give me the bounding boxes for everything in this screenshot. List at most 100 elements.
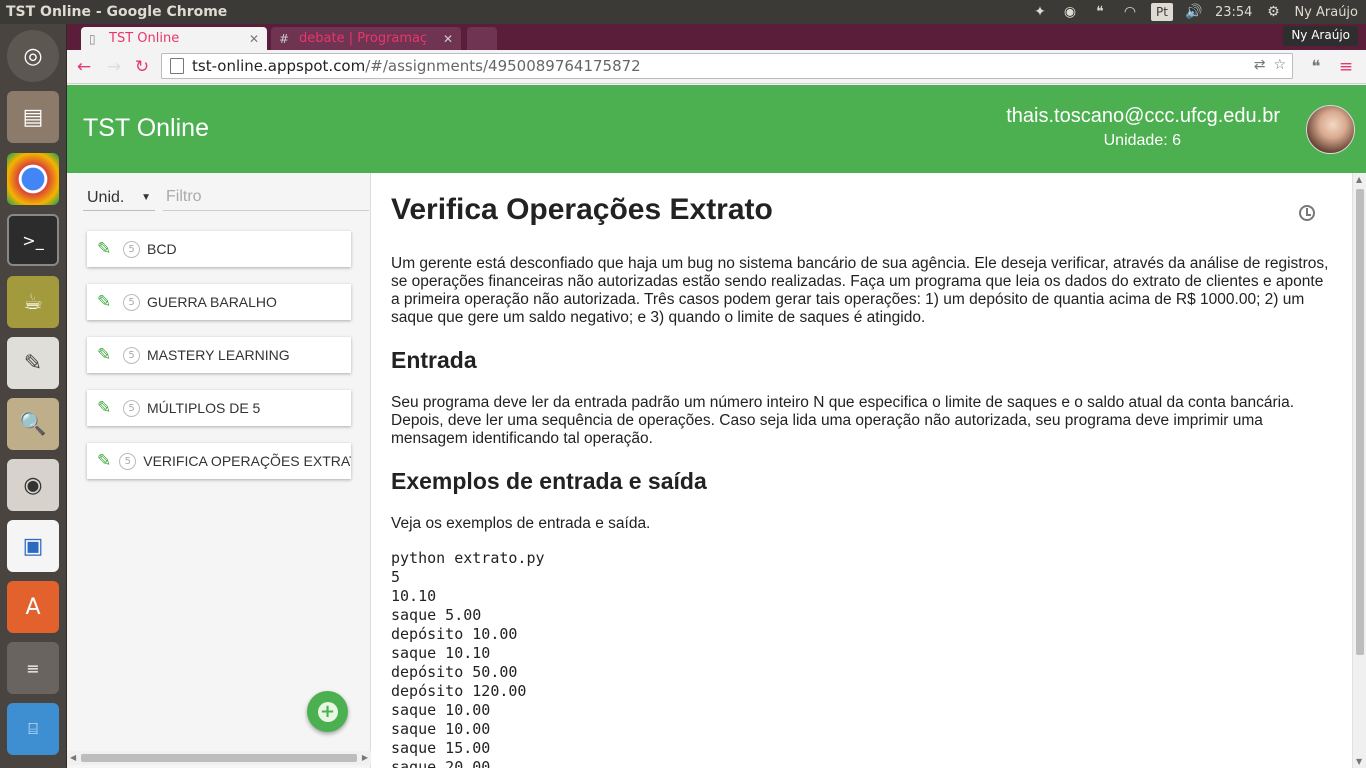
scrollbar-thumb[interactable] bbox=[81, 754, 357, 762]
pencil-icon[interactable]: ✎ bbox=[97, 239, 115, 259]
teapot-app-icon[interactable]: ☕ bbox=[7, 276, 59, 328]
example-code-block: python extrato.py 5 10.10 saque 5.00 dep… bbox=[391, 549, 545, 768]
user-unit: Unidade: 6 bbox=[1103, 132, 1181, 149]
pencil-icon[interactable]: ✎ bbox=[97, 292, 115, 312]
browser-toolbar: ← → ↻ tst-online.appspot.com/#/assignmen… bbox=[67, 50, 1366, 84]
close-icon[interactable]: ✕ bbox=[249, 32, 259, 46]
os-top-panel: TST Online - Google Chrome ✦ ◉ ❝ ◠ Pt 🔊 … bbox=[0, 0, 1366, 24]
avatar[interactable] bbox=[1306, 105, 1355, 154]
dropbox-icon[interactable]: ✦ bbox=[1031, 3, 1049, 21]
unit-badge: 5 bbox=[123, 240, 140, 258]
usb-drive-icon[interactable]: ⌸ bbox=[7, 703, 59, 755]
volume-icon[interactable]: 🔊 bbox=[1185, 3, 1203, 21]
assignment-name: MÚLTIPLOS DE 5 bbox=[147, 400, 261, 416]
assignment-content: Verifica Operações Extrato Um gerente es… bbox=[372, 173, 1352, 768]
speaker-app-icon[interactable]: ◉ bbox=[7, 459, 59, 511]
image-viewer-icon[interactable]: 🔍 bbox=[7, 398, 59, 450]
session-user[interactable]: Ny Araújo bbox=[1294, 5, 1358, 20]
scroll-down-icon[interactable]: ▼ bbox=[1356, 757, 1362, 766]
content-vertical-scrollbar[interactable]: ▲ ▼ bbox=[1352, 173, 1366, 768]
files-icon[interactable]: ▤ bbox=[7, 91, 59, 143]
unit-badge: 5 bbox=[123, 346, 140, 364]
clock[interactable]: 23:54 bbox=[1215, 5, 1252, 20]
bookmark-star-icon[interactable]: ☆ bbox=[1273, 57, 1286, 73]
assignment-item[interactable]: ✎ 5 GUERRA BARALHO bbox=[87, 284, 351, 320]
unity-launcher: ◎ ▤ >_ ☕ ✎ 🔍 ◉ ▣ A ≡ ⌸ bbox=[0, 24, 67, 768]
chrome-window: ▯ TST Online ✕ # debate | Programaç ✕ Ny… bbox=[67, 24, 1366, 768]
url-host: tst-online.appspot.com bbox=[192, 57, 366, 75]
scroll-up-icon[interactable]: ▲ bbox=[1356, 175, 1362, 184]
tab-strip: ▯ TST Online ✕ # debate | Programaç ✕ Ny… bbox=[67, 24, 1366, 50]
translate-icon[interactable]: ⇄ bbox=[1254, 57, 1266, 73]
omnibox-icons: ⇄ ☆ bbox=[1254, 57, 1286, 73]
stacked-apps-icon[interactable]: ≡ bbox=[7, 642, 59, 694]
reload-icon[interactable]: ↻ bbox=[131, 56, 153, 78]
app-title[interactable]: TST Online bbox=[83, 114, 209, 143]
sidebar-horizontal-scrollbar[interactable]: ◀ ▶ bbox=[67, 751, 371, 765]
unit-badge: 5 bbox=[123, 399, 140, 417]
user-email: thais.toscano@ccc.ufcg.edu.br bbox=[1006, 105, 1280, 127]
address-bar[interactable]: tst-online.appspot.com/#/assignments/495… bbox=[161, 53, 1293, 79]
input-heading: Entrada bbox=[391, 347, 477, 373]
unit-badge: 5 bbox=[119, 452, 137, 470]
hash-icon: # bbox=[279, 31, 290, 46]
assignment-item[interactable]: ✎ 5 MÚLTIPLOS DE 5 bbox=[87, 390, 351, 426]
assignment-item[interactable]: ✎ 5 BCD bbox=[87, 231, 351, 267]
scroll-left-icon[interactable]: ◀ bbox=[70, 753, 76, 762]
web-page: TST Online thais.toscano@ccc.ufcg.edu.br… bbox=[67, 85, 1366, 768]
chrome-icon[interactable] bbox=[7, 153, 59, 205]
back-icon[interactable]: ← bbox=[73, 56, 95, 78]
history-icon[interactable] bbox=[1299, 205, 1315, 221]
software-center-icon[interactable]: A bbox=[7, 581, 59, 633]
wifi-icon[interactable]: ◠ bbox=[1121, 3, 1139, 21]
close-icon[interactable]: ✕ bbox=[443, 32, 453, 46]
url-path: /#/assignments/4950089764175872 bbox=[365, 57, 641, 75]
hangouts-icon[interactable]: ❝ bbox=[1091, 3, 1109, 21]
plus-icon: + bbox=[317, 701, 338, 722]
impress-icon[interactable]: ▣ bbox=[7, 520, 59, 572]
unit-select[interactable]: Unid. ▼ bbox=[83, 185, 155, 211]
assignment-name: GUERRA BARALHO bbox=[147, 294, 277, 310]
page-icon bbox=[170, 58, 184, 74]
terminal-icon[interactable]: >_ bbox=[7, 214, 59, 266]
keyboard-layout[interactable]: Pt bbox=[1150, 3, 1173, 21]
pencil-icon[interactable]: ✎ bbox=[97, 345, 115, 365]
assignment-name: VERIFICA OPERAÇÕES EXTRATO bbox=[143, 453, 351, 469]
assignments-sidebar: Unid. ▼ ✎ 5 BCD ✎ 5 GUERRA BARALHO ✎ 5 M… bbox=[67, 173, 371, 768]
assignment-name: BCD bbox=[147, 241, 177, 257]
pencil-icon[interactable]: ✎ bbox=[97, 451, 111, 471]
examples-heading: Exemplos de entrada e saída bbox=[391, 468, 707, 494]
text-editor-icon[interactable]: ✎ bbox=[7, 337, 59, 389]
hangouts-extension-icon[interactable]: ❝ bbox=[1305, 56, 1327, 78]
ubuntu-dash-icon[interactable]: ◎ bbox=[7, 30, 59, 82]
filter-input[interactable] bbox=[163, 183, 369, 211]
assignment-title: Verifica Operações Extrato bbox=[391, 193, 773, 226]
app-header: TST Online thais.toscano@ccc.ufcg.edu.br… bbox=[67, 85, 1366, 173]
tab-tst-online[interactable]: ▯ TST Online ✕ bbox=[81, 27, 267, 50]
add-assignment-button[interactable]: + bbox=[307, 691, 348, 732]
forward-icon[interactable]: → bbox=[103, 56, 125, 78]
system-tray: ✦ ◉ ❝ ◠ Pt 🔊 23:54 ⚙ Ny Araújo bbox=[1031, 0, 1358, 24]
unit-select-value: Unid. bbox=[87, 188, 125, 206]
gear-icon[interactable]: ⚙ bbox=[1264, 3, 1282, 21]
scrollbar-thumb[interactable] bbox=[1356, 189, 1364, 655]
input-description: Seu programa deve ler da entrada padrão … bbox=[391, 394, 1294, 447]
scroll-right-icon[interactable]: ▶ bbox=[362, 753, 368, 762]
window-title: TST Online - Google Chrome bbox=[6, 4, 228, 20]
assignment-item[interactable]: ✎ 5 MASTERY LEARNING bbox=[87, 337, 351, 373]
tab-label: debate | Programaç bbox=[299, 31, 428, 46]
tab-label: TST Online bbox=[109, 31, 180, 46]
assignment-intro: Um gerente está desconfiado que haja um … bbox=[391, 255, 1329, 326]
menu-icon[interactable]: ≡ bbox=[1335, 56, 1357, 78]
assignment-name: MASTERY LEARNING bbox=[147, 347, 290, 363]
tab-debate[interactable]: # debate | Programaç ✕ bbox=[271, 27, 461, 50]
chrome-tray-icon[interactable]: ◉ bbox=[1061, 3, 1079, 21]
chevron-down-icon: ▼ bbox=[141, 192, 151, 203]
page-icon: ▯ bbox=[89, 31, 96, 46]
profile-badge[interactable]: Ny Araújo bbox=[1283, 26, 1358, 46]
examples-description: Veja os exemplos de entrada e saída. bbox=[391, 515, 651, 532]
unit-badge: 5 bbox=[123, 293, 140, 311]
pencil-icon[interactable]: ✎ bbox=[97, 398, 115, 418]
assignment-item[interactable]: ✎ 5 VERIFICA OPERAÇÕES EXTRATO bbox=[87, 443, 351, 479]
new-tab-button[interactable] bbox=[467, 27, 497, 50]
